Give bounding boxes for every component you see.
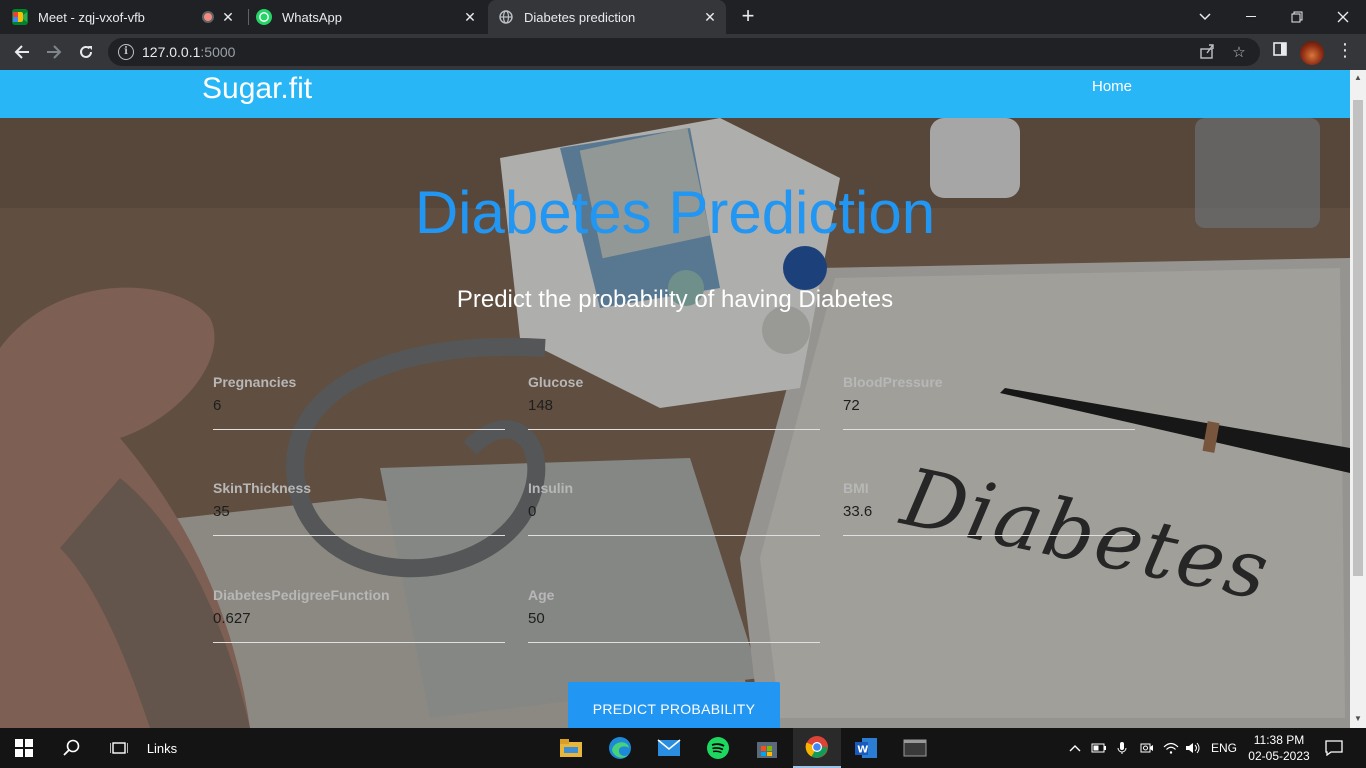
bmi-field[interactable]: BMI 33.6 bbox=[843, 480, 1135, 536]
scroll-up-arrow-icon[interactable]: ▲ bbox=[1354, 74, 1362, 82]
field-value[interactable]: 50 bbox=[528, 610, 545, 627]
tab-meet[interactable]: Meet - zqj-vxof-vfb ✕ bbox=[12, 0, 244, 34]
field-value[interactable]: 6 bbox=[213, 397, 221, 414]
field-value[interactable]: 35 bbox=[213, 503, 230, 520]
page-subtitle: Predict the probability of having Diabet… bbox=[456, 286, 894, 313]
recording-indicator-icon bbox=[202, 11, 214, 23]
reload-icon[interactable] bbox=[72, 38, 100, 66]
side-panel-icon[interactable] bbox=[1270, 42, 1290, 62]
forward-arrow-icon[interactable] bbox=[40, 38, 68, 66]
bookmark-star-icon[interactable]: ☆ bbox=[1230, 43, 1248, 61]
field-value[interactable]: 0.627 bbox=[213, 610, 251, 627]
age-field[interactable]: Age 50 bbox=[528, 587, 820, 643]
url-host: 127.0.0.1 bbox=[142, 44, 201, 60]
close-tab-icon[interactable]: ✕ bbox=[220, 9, 236, 25]
blood-pressure-field[interactable]: BloodPressure 72 bbox=[843, 374, 1135, 430]
close-tab-icon[interactable]: ✕ bbox=[462, 9, 478, 25]
edge-browser-icon[interactable] bbox=[597, 728, 643, 768]
clock-time: 11:38 PM bbox=[1253, 733, 1305, 747]
language-indicator[interactable]: ENG bbox=[1208, 728, 1240, 768]
system-clock[interactable]: 11:38 PM 02-05-2023 bbox=[1244, 732, 1314, 764]
restore-window-button[interactable] bbox=[1274, 0, 1320, 34]
site-navbar: Sugar.fit Home bbox=[0, 70, 1350, 118]
predict-probability-button[interactable]: PREDICT PROBABILITY bbox=[568, 682, 780, 728]
field-value[interactable]: 148 bbox=[528, 397, 553, 414]
kebab-menu-icon[interactable]: ⋮ bbox=[1335, 41, 1355, 62]
tab-title: WhatsApp bbox=[282, 9, 342, 25]
url-port: :5000 bbox=[200, 44, 236, 60]
tab-diabetes-prediction[interactable]: Diabetes prediction ✕ bbox=[488, 0, 726, 34]
terminal-window-icon[interactable] bbox=[891, 728, 939, 768]
back-arrow-icon[interactable] bbox=[8, 38, 36, 66]
microsoft-store-icon[interactable] bbox=[744, 728, 790, 768]
whatsapp-icon bbox=[256, 9, 272, 25]
volume-icon[interactable] bbox=[1182, 728, 1204, 768]
links-toolbar[interactable]: Links bbox=[142, 728, 182, 768]
page-title: Diabetes Prediction bbox=[414, 179, 936, 246]
nav-home-link[interactable]: Home bbox=[1092, 78, 1132, 95]
wifi-icon[interactable] bbox=[1160, 728, 1182, 768]
globe-icon bbox=[498, 9, 514, 25]
chrome-icon[interactable] bbox=[793, 728, 841, 768]
field-value[interactable]: 33.6 bbox=[843, 503, 872, 520]
profile-avatar[interactable] bbox=[1300, 41, 1324, 65]
url-text: 127.0.0.1:5000 bbox=[142, 44, 235, 60]
tab-separator bbox=[248, 9, 249, 25]
microphone-icon[interactable] bbox=[1112, 728, 1132, 768]
field-label: DiabetesPedigreeFunction bbox=[213, 587, 390, 603]
windows-start-icon[interactable] bbox=[0, 728, 48, 768]
field-label: Glucose bbox=[528, 374, 584, 390]
svg-text:W: W bbox=[857, 745, 868, 756]
search-icon[interactable] bbox=[48, 728, 96, 768]
file-explorer-icon[interactable] bbox=[548, 728, 594, 768]
tab-title: Meet - zqj-vxof-vfb bbox=[38, 9, 145, 25]
clock-date: 02-05-2023 bbox=[1248, 749, 1310, 763]
diabetes-pedigree-function-field[interactable]: DiabetesPedigreeFunction 0.627 bbox=[213, 587, 505, 643]
field-label: SkinThickness bbox=[213, 480, 312, 496]
glucose-field[interactable]: Glucose 148 bbox=[528, 374, 820, 430]
camera-icon[interactable] bbox=[1136, 728, 1158, 768]
windows-taskbar: Links W ENG 11:38 PM 02-05-2023 bbox=[0, 728, 1366, 768]
notification-center-icon[interactable] bbox=[1318, 728, 1350, 768]
browser-tab-strip: Meet - zqj-vxof-vfb ✕ WhatsApp ✕ Diabete… bbox=[0, 0, 1366, 34]
field-label: BMI bbox=[843, 480, 869, 496]
tab-title: Diabetes prediction bbox=[524, 9, 636, 25]
minimize-window-button[interactable] bbox=[1228, 0, 1274, 34]
field-label: Insulin bbox=[528, 480, 574, 496]
new-tab-button[interactable]: + bbox=[737, 5, 759, 28]
close-tab-icon[interactable]: ✕ bbox=[702, 9, 718, 25]
field-label: Age bbox=[528, 587, 555, 603]
address-bar[interactable]: i 127.0.0.1:5000 ☆ bbox=[108, 38, 1260, 66]
skin-thickness-field[interactable]: SkinThickness 35 bbox=[213, 480, 505, 536]
field-label: BloodPressure bbox=[843, 374, 943, 390]
browser-toolbar: i 127.0.0.1:5000 ☆ ⋮ bbox=[0, 34, 1366, 70]
page-scrollbar[interactable]: ▲ ▼ bbox=[1350, 70, 1366, 728]
field-label: Pregnancies bbox=[213, 374, 297, 390]
microsoft-word-icon[interactable]: W bbox=[842, 728, 890, 768]
page-viewport: Diabetes Sugar.fit Home Diabetes Predict… bbox=[0, 70, 1350, 728]
brand-logo[interactable]: Sugar.fit bbox=[202, 72, 312, 106]
insulin-field[interactable]: Insulin 0 bbox=[528, 480, 820, 536]
task-view-icon[interactable] bbox=[96, 728, 142, 768]
google-meet-icon bbox=[12, 9, 28, 25]
spotify-icon[interactable] bbox=[695, 728, 741, 768]
tab-search-chevron-icon[interactable] bbox=[1182, 0, 1228, 34]
close-window-button[interactable] bbox=[1320, 0, 1366, 34]
scrollbar-thumb[interactable] bbox=[1353, 100, 1363, 576]
mail-icon[interactable] bbox=[646, 728, 692, 768]
battery-icon[interactable] bbox=[1088, 728, 1110, 768]
tab-whatsapp[interactable]: WhatsApp ✕ bbox=[256, 0, 486, 34]
show-hidden-icons-chevron-icon[interactable] bbox=[1064, 728, 1086, 768]
pregnancies-field[interactable]: Pregnancies 6 bbox=[213, 374, 505, 430]
field-value[interactable]: 72 bbox=[843, 397, 860, 414]
field-value[interactable]: 0 bbox=[528, 503, 536, 520]
scroll-down-arrow-icon[interactable]: ▼ bbox=[1354, 715, 1362, 723]
share-icon[interactable] bbox=[1198, 43, 1216, 61]
site-info-icon[interactable]: i bbox=[118, 44, 134, 60]
